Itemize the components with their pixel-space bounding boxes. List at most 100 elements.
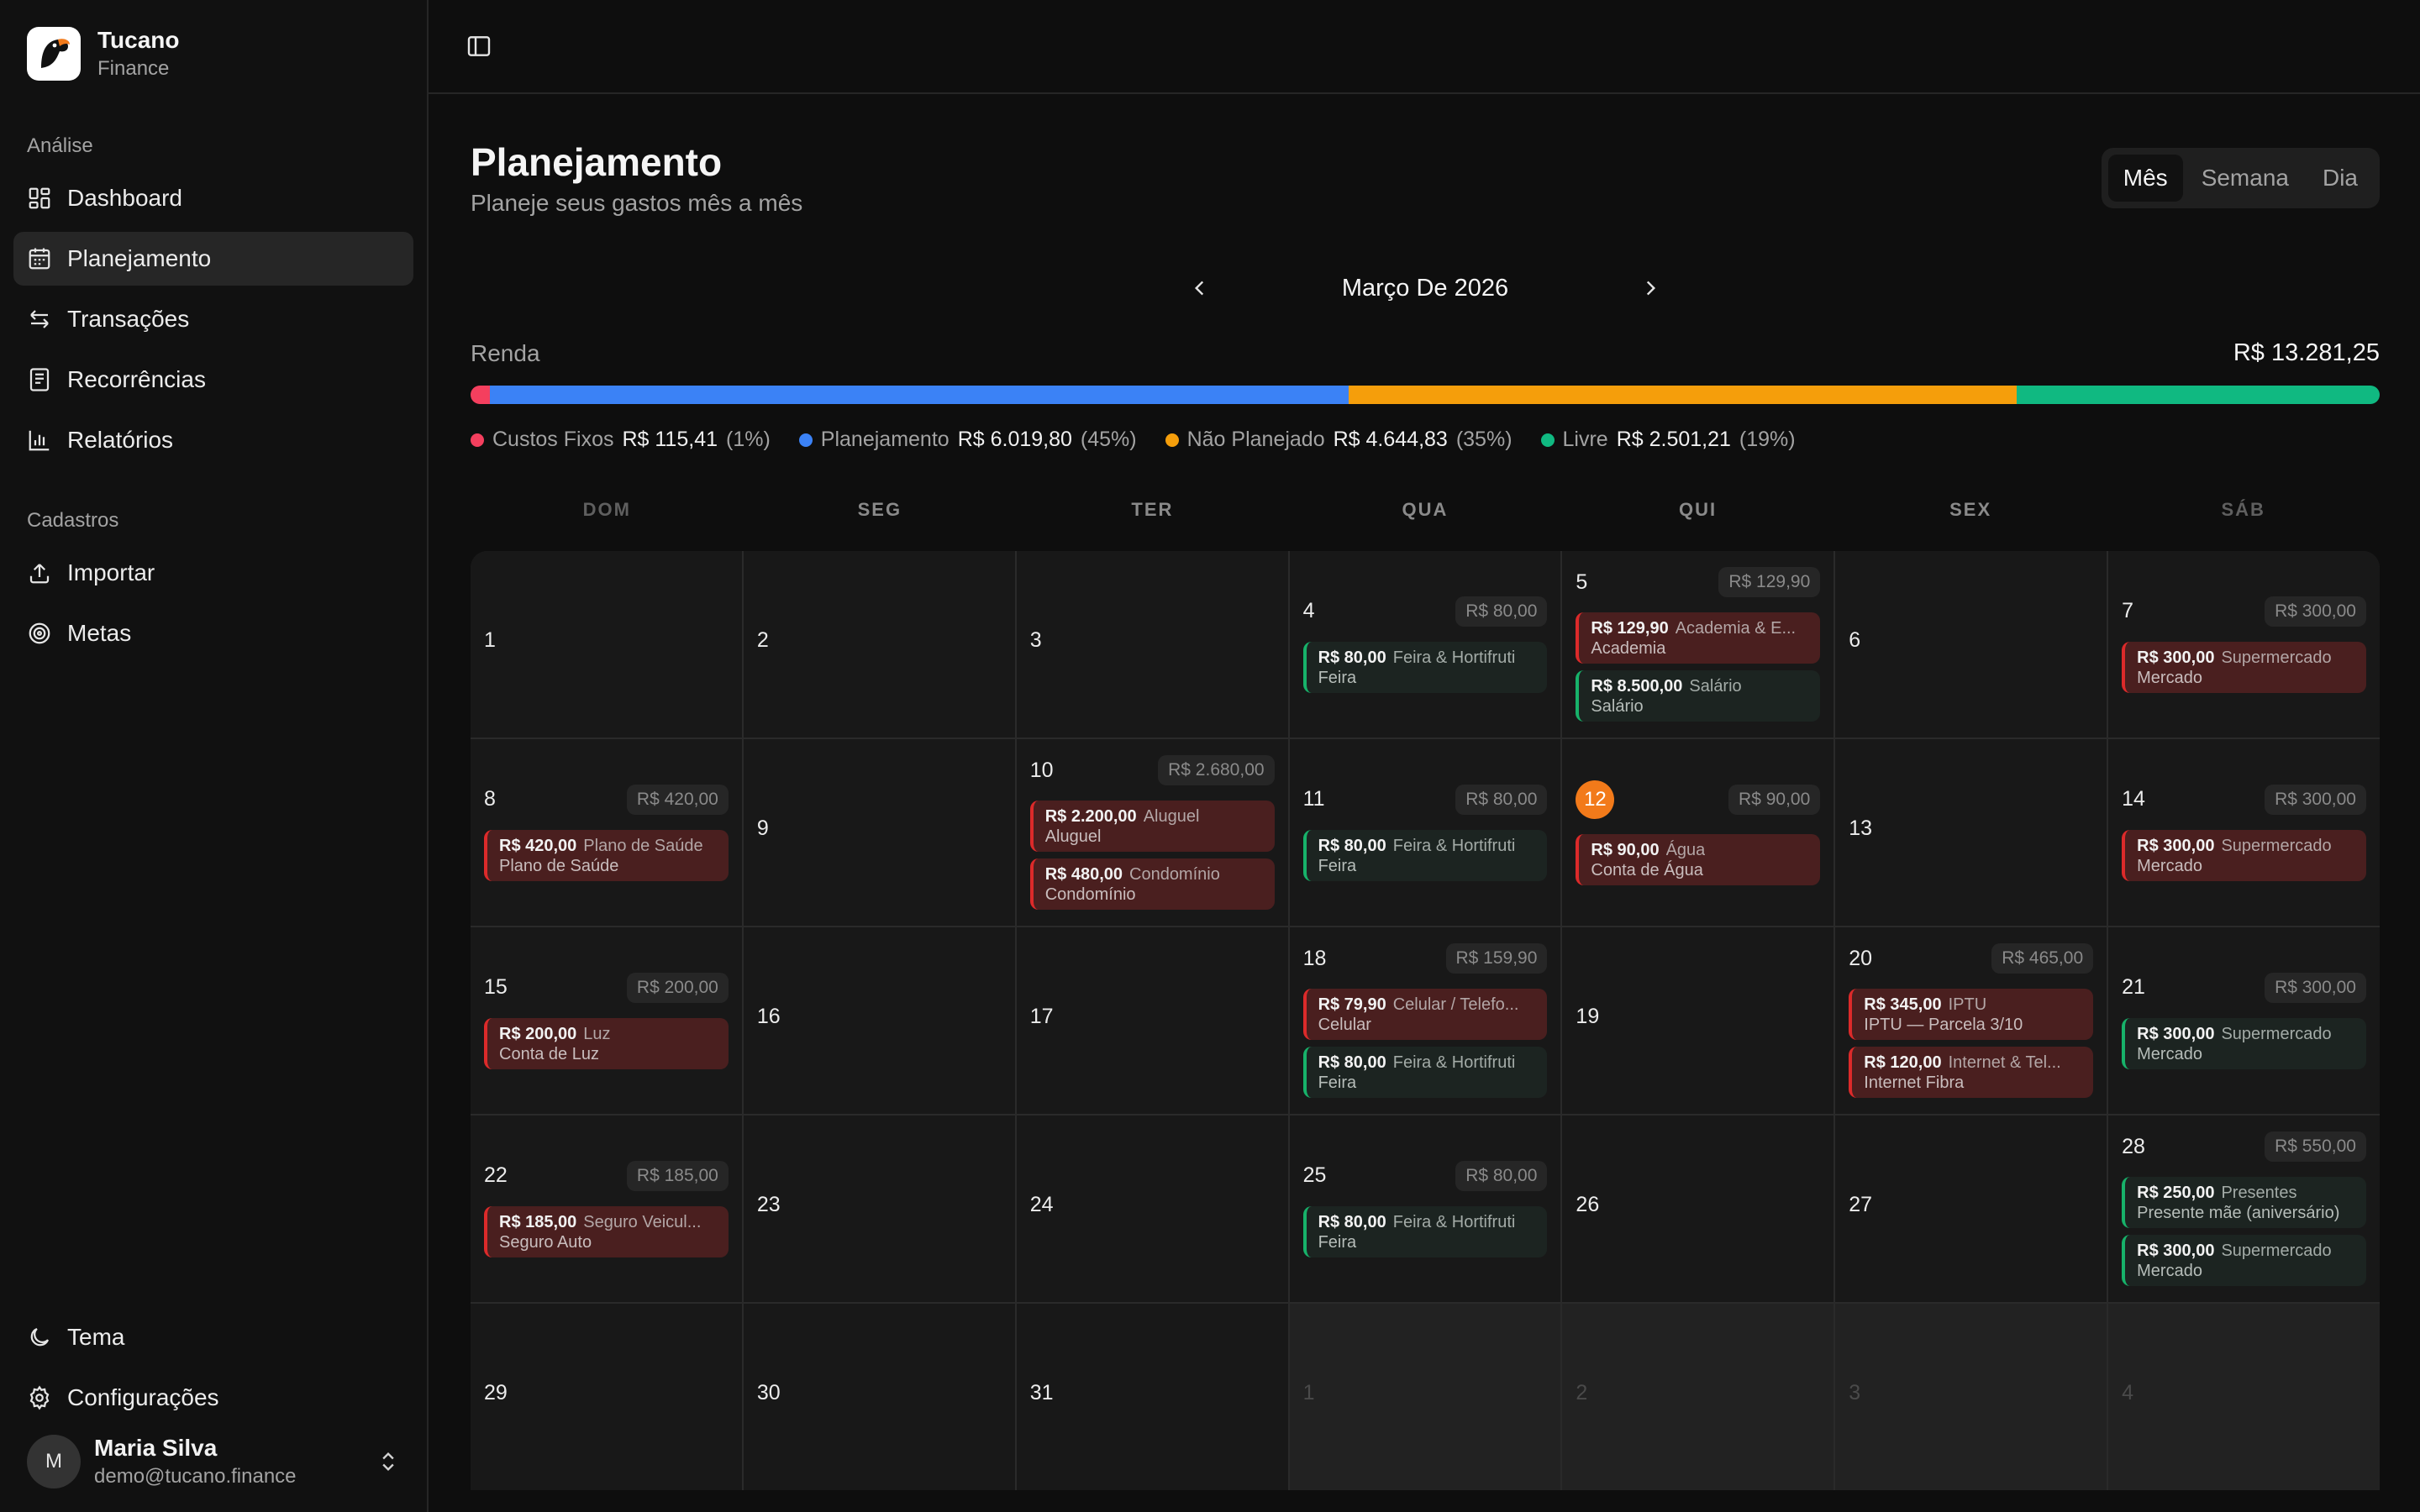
planned-expense-chip[interactable]: R$ 300,00 Supermercado Mercado (2122, 1235, 2366, 1286)
calendar-day-cell[interactable]: 30 (743, 1304, 1015, 1490)
planned-expense-chip[interactable]: R$ 80,00 Feira & Hortifruti Feira (1302, 1047, 1548, 1098)
planned-expense-chip[interactable]: R$ 420,00 Plano de Saúde Plano de Saúde (484, 829, 729, 881)
planned-expense-chip[interactable]: R$ 345,00 IPTU IPTU — Parcela 3/10 (1849, 989, 2094, 1040)
brand[interactable]: Tucano Finance (13, 25, 413, 82)
calendar-day-cell[interactable]: 31 (1016, 1304, 1288, 1490)
planned-expense-chip[interactable]: R$ 80,00 Feira & Hortifruti Feira (1302, 829, 1548, 881)
calendar-day-cell[interactable]: 2 (1562, 1304, 1834, 1490)
calendar-day-cell[interactable]: 15 R$ 200,00 R$ 200,00 Luz Conta de Luz (471, 927, 742, 1114)
planned-expense-chip[interactable]: R$ 480,00 Condomínio Condomínio (1029, 858, 1275, 910)
day-number: 5 (1576, 570, 1588, 594)
sidebar: Tucano Finance Análise Dashboard Planeja… (0, 0, 429, 1512)
transfer-arrows-icon (30, 310, 49, 328)
planned-expense-chip[interactable]: R$ 80,00 Feira & Hortifruti Feira (1302, 1205, 1548, 1257)
calendar-day-cell[interactable]: 3 (1016, 551, 1288, 738)
day-header: 15 R$ 200,00 (484, 972, 729, 1003)
calendar-day-cell[interactable]: 21 R$ 300,00 R$ 300,00 Supermercado Mercado (2108, 927, 2380, 1114)
sidebar-item-label: Relatórios (67, 427, 174, 453)
day-number: 16 (756, 1004, 781, 1028)
calendar-day-cell[interactable]: 1 (1289, 1304, 1561, 1490)
calendar-day-cell[interactable]: 4 (2108, 1304, 2380, 1490)
calendar-day-cell[interactable]: 3 (1835, 1304, 2107, 1490)
calendar-day-cell[interactable]: 18 R$ 159,90 R$ 79,90 Celular / Telefo... Ce… (1289, 927, 1561, 1114)
planned-expense-chip[interactable]: R$ 185,00 Seguro Veicul... Seguro Auto (484, 1205, 729, 1257)
day-header: 4 R$ 80,00 (1303, 596, 1548, 627)
day-header: 8 R$ 420,00 (484, 784, 729, 815)
calendar-day-cell[interactable]: 29 (471, 1304, 742, 1490)
view-day-button[interactable]: Dia (2307, 155, 2373, 202)
planned-expense-chip[interactable]: R$ 250,00 Presentes Presente mãe (aniversá… (2122, 1177, 2366, 1228)
calendar-day-cell[interactable]: 22 R$ 185,00 R$ 185,00 Seguro Veicul... Segu… (471, 1116, 742, 1302)
calendar-day-cell[interactable]: 14 R$ 300,00 R$ 300,00 Supermercado Mercado (2108, 739, 2380, 926)
calendar-day-cell[interactable]: 4 R$ 80,00 R$ 80,00 Feira & Hortifruti Feira (1289, 551, 1561, 738)
calendar-day-cell[interactable]: 16 (743, 927, 1015, 1114)
expense-amount: R$ 420,00 (499, 836, 577, 855)
calendar-day-cell[interactable]: 20 R$ 465,00 R$ 345,00 IPTU IPTU — Parcela 3… (1835, 927, 2107, 1114)
sidebar-item-configuracoes[interactable]: Configurações (13, 1371, 413, 1425)
planned-expense-chip[interactable]: R$ 300,00 Supermercado Mercado (2122, 829, 2366, 881)
sidebar-item-planejamento[interactable]: Planejamento (13, 232, 413, 286)
day-header: 13 (1849, 816, 2093, 841)
expense-description: Aluguel (1044, 827, 1102, 846)
planned-expense-chip[interactable]: R$ 90,00 Água Conta de Água (1576, 833, 1821, 885)
calendar-day-cell[interactable]: 25 R$ 80,00 R$ 80,00 Feira & Hortifruti Feir… (1289, 1116, 1561, 1302)
calendar-day-cell[interactable]: 2 (743, 551, 1015, 738)
calendar-day-cell[interactable]: 8 R$ 420,00 R$ 420,00 Plano de Saúde Plano d… (471, 739, 742, 926)
expense-amount: R$ 80,00 (1318, 1053, 1386, 1072)
day-total-badge: R$ 185,00 (626, 1160, 729, 1191)
day-header: 18 R$ 159,90 (1303, 943, 1548, 974)
calendar-day-cell[interactable]: 9 (743, 739, 1015, 926)
day-number: 29 (484, 1380, 508, 1404)
weekday-label: QUA (1402, 499, 1449, 520)
sidebar-item-recorrencias[interactable]: Recorrências (13, 353, 413, 407)
day-header: 3 (1849, 1381, 2093, 1405)
calendar-day-cell[interactable]: 5 R$ 129,90 R$ 129,90 Academia & E... Academ… (1562, 551, 1834, 738)
legend-dot-icon (1540, 433, 1555, 447)
planned-expense-chip[interactable]: R$ 80,00 Feira & Hortifruti Feira (1302, 641, 1548, 693)
calendar-day-cell[interactable]: 11 R$ 80,00 R$ 80,00 Feira & Hortifruti Feir… (1289, 739, 1561, 926)
view-week-button[interactable]: Semana (2186, 155, 2304, 202)
planned-expense-chip[interactable]: R$ 120,00 Internet & Tel... Internet Fibra (1849, 1047, 2094, 1098)
prev-month-button[interactable] (1176, 267, 1223, 309)
calendar-day-cell[interactable]: 7 R$ 300,00 R$ 300,00 Supermercado Mercado (2108, 551, 2380, 738)
calendar-day-cell[interactable]: 17 (1016, 927, 1288, 1114)
sidebar-item-relatorios[interactable]: Relatórios (13, 413, 413, 467)
day-number: 6 (1849, 627, 1861, 652)
planned-expense-chip[interactable]: R$ 200,00 Luz Conta de Luz (484, 1017, 729, 1069)
next-month-button[interactable] (1627, 267, 1674, 309)
sidebar-item-importar[interactable]: Importar (13, 546, 413, 600)
planned-expense-chip[interactable]: R$ 79,90 Celular / Telefo... Celular (1302, 989, 1548, 1040)
calendar-day-cell[interactable]: 12 R$ 90,00 R$ 90,00 Água Conta de Água (1562, 739, 1834, 926)
sidebar-toggle-icon[interactable] (466, 33, 492, 60)
planned-expense-chip[interactable]: R$ 8.500,00 Salário Salário (1576, 670, 1821, 722)
day-number: 25 (1302, 1163, 1327, 1187)
chevron-up-down-icon[interactable] (376, 1450, 400, 1473)
calendar-day-cell[interactable]: 1 (471, 551, 742, 738)
calendar-day-cell[interactable]: 13 (1835, 739, 2107, 926)
expense-category: Supermercado (2221, 1242, 2332, 1260)
sidebar-item-transacoes[interactable]: Transações (13, 292, 413, 346)
planned-expense-chip[interactable]: R$ 2.200,00 Aluguel Aluguel (1029, 801, 1275, 852)
calendar-day-cell[interactable]: 28 R$ 550,00 R$ 250,00 Presentes Presente mã… (2108, 1116, 2380, 1302)
calendar-day-cell[interactable]: 23 (743, 1116, 1015, 1302)
user-menu[interactable]: M Maria Silva demo@tucano.finance (13, 1425, 413, 1488)
calendar-day-cell[interactable]: 27 (1835, 1116, 2107, 1302)
planned-expense-chip[interactable]: R$ 129,90 Academia & E... Academia (1576, 612, 1821, 664)
view-month-button[interactable]: Mês (2107, 155, 2183, 202)
day-number: 31 (1029, 1380, 1054, 1404)
calendar-day-cell[interactable]: 26 (1562, 1116, 1834, 1302)
section-label-registry: Cadastros (27, 509, 119, 532)
planned-expense-chip[interactable]: R$ 300,00 Supermercado Mercado (2122, 641, 2366, 693)
expense-amount: R$ 300,00 (2137, 1024, 2215, 1043)
calendar-day-cell[interactable]: 10 R$ 2.680,00 R$ 2.200,00 Aluguel Aluguel R$… (1016, 739, 1288, 926)
planned-expense-chip[interactable]: R$ 300,00 Supermercado Mercado (2122, 1017, 2366, 1069)
sidebar-item-tema[interactable]: Tema (13, 1310, 413, 1364)
day-header: 31 (1030, 1381, 1275, 1405)
expense-amount: R$ 300,00 (2137, 836, 2215, 855)
day-header: 19 (1576, 1005, 1820, 1029)
calendar-day-cell[interactable]: 24 (1016, 1116, 1288, 1302)
calendar-day-cell[interactable]: 19 (1562, 927, 1834, 1114)
calendar-day-cell[interactable]: 6 (1835, 551, 2107, 738)
sidebar-item-dashboard[interactable]: Dashboard (13, 171, 413, 225)
sidebar-item-metas[interactable]: Metas (13, 606, 413, 660)
